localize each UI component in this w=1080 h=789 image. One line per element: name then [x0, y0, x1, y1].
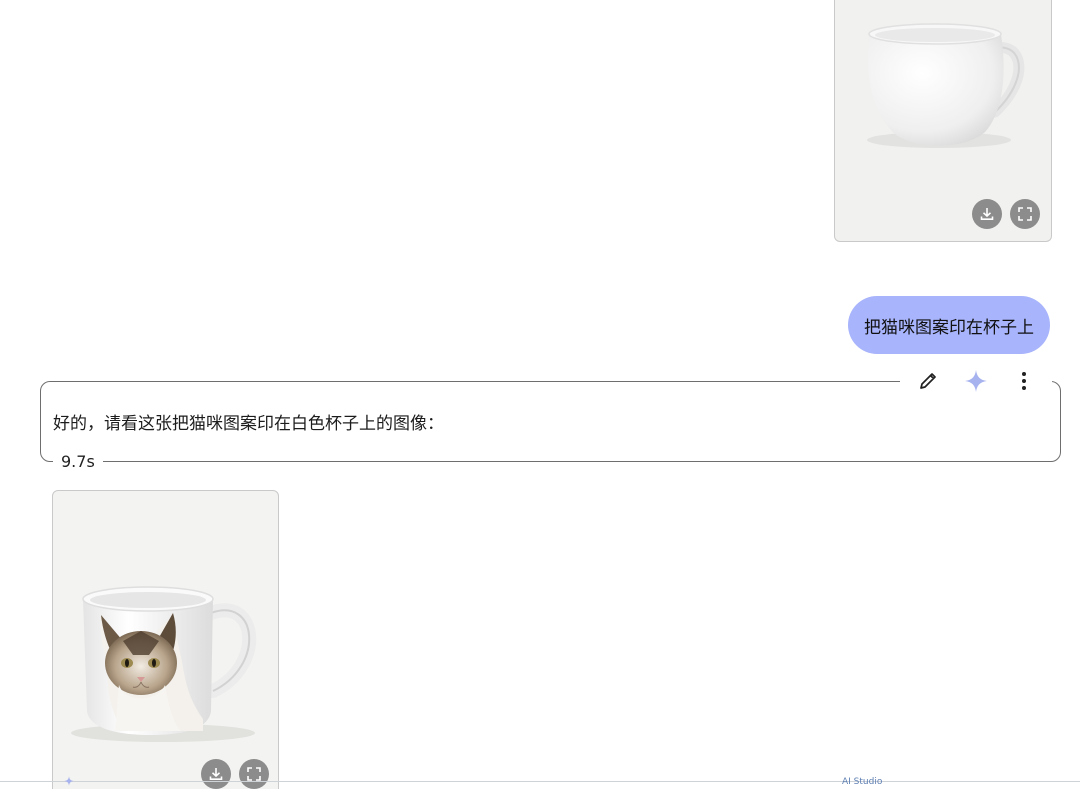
previous-image-card[interactable] [834, 0, 1052, 242]
edit-icon[interactable] [904, 367, 952, 395]
footer-divider [0, 781, 1080, 782]
download-icon[interactable] [972, 199, 1002, 229]
download-icon[interactable] [201, 759, 231, 789]
fullscreen-icon[interactable] [1010, 199, 1040, 229]
model-response-container: 好的，请看这张把猫咪图案印在白色杯子上的图像： 9.7s [40, 367, 1061, 471]
user-message-text: 把猫咪图案印在杯子上 [864, 317, 1034, 338]
more-vert-icon[interactable] [1000, 367, 1048, 395]
response-elapsed-time: 9.7s [53, 453, 103, 471]
sparkle-icon[interactable] [952, 367, 1000, 395]
footer-label: AI Studio [842, 777, 883, 787]
sparkle-icon [64, 776, 74, 786]
response-text: 好的，请看这张把猫咪图案印在白色杯子上的图像： [53, 414, 444, 434]
cat-mug-image [71, 586, 257, 742]
response-toolbar [900, 367, 1052, 395]
generated-image-card[interactable] [52, 490, 279, 789]
fullscreen-icon[interactable] [239, 759, 269, 789]
user-message-bubble: 把猫咪图案印在杯子上 [848, 296, 1050, 354]
chat-page: 把猫咪图案印在杯子上 好的，请看这张把猫咪图案印在白色杯子上的图像： 9.7s [0, 0, 1080, 789]
